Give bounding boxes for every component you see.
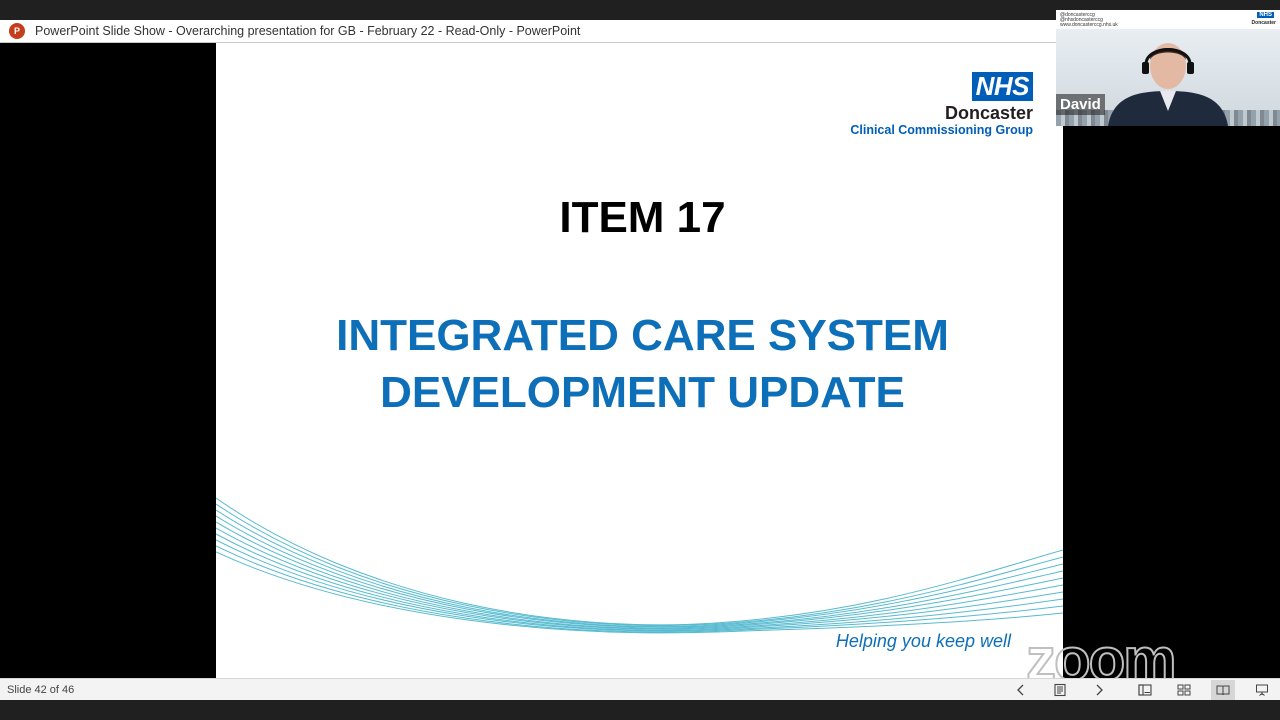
notes-icon[interactable]: [1048, 680, 1072, 700]
participant-name: David: [1056, 94, 1105, 115]
title-bar: P PowerPoint Slide Show - Overarching pr…: [0, 20, 1056, 43]
normal-view-icon[interactable]: [1133, 680, 1157, 700]
decorative-waves: [216, 497, 1063, 634]
nhs-logo: NHS Doncaster Clinical Commissioning Gro…: [850, 72, 1033, 138]
banner-nhs-logo: NHS: [1257, 12, 1274, 18]
screen: P PowerPoint Slide Show - Overarching pr…: [0, 0, 1280, 720]
bottom-black-bar: [0, 700, 1280, 720]
powerpoint-icon: P: [9, 23, 25, 39]
nhs-logo-group: Clinical Commissioning Group: [850, 123, 1033, 137]
banner-text: @doncasterccg @nhsdoncasterccg www.donca…: [1060, 12, 1118, 28]
tagline: Helping you keep well: [835, 631, 1011, 651]
main-title-line1: INTEGRATED CARE SYSTEM: [336, 311, 949, 360]
main-title: INTEGRATED CARE SYSTEM DEVELOPMENT UPDAT…: [216, 307, 1063, 421]
slide-counter: Slide 42 of 46: [7, 683, 75, 696]
main-title-line2: DEVELOPMENT UPDATE: [380, 368, 905, 417]
window-title: PowerPoint Slide Show - Overarching pres…: [35, 24, 581, 38]
slide[interactable]: NHS Doncaster Clinical Commissioning Gro…: [216, 43, 1063, 678]
next-icon[interactable]: [1087, 680, 1111, 700]
previous-icon[interactable]: [1009, 680, 1033, 700]
participant-video-tile[interactable]: @doncasterccg @nhsdoncasterccg www.donca…: [1056, 10, 1280, 126]
item-title: ITEM 17: [559, 193, 726, 242]
status-bar-controls: [994, 679, 1280, 701]
participant-avatar: [1108, 43, 1228, 126]
slideshow-icon[interactable]: [1250, 680, 1274, 700]
nhs-logo-org: Doncaster: [944, 103, 1033, 123]
slide-sorter-icon[interactable]: [1172, 680, 1196, 700]
nhs-logo-badge: NHS: [971, 72, 1033, 101]
reading-view-icon[interactable]: [1211, 680, 1235, 700]
banner-org: Doncaster: [1251, 20, 1276, 26]
video-background-banner: @doncasterccg @nhsdoncasterccg www.donca…: [1056, 10, 1280, 29]
status-bar: Slide 42 of 46: [0, 678, 1280, 700]
